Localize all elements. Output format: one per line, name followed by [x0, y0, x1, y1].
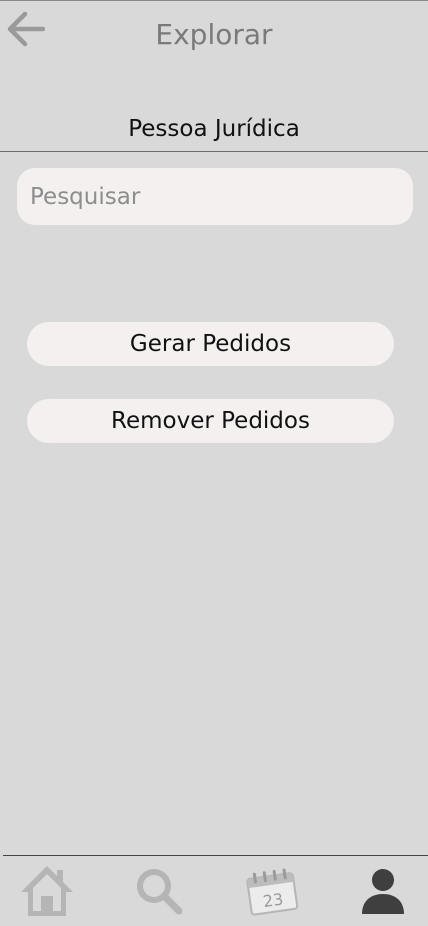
- user-icon: [362, 869, 404, 914]
- calendar-icon: 23: [246, 868, 299, 916]
- search-input[interactable]: [17, 168, 413, 225]
- bottom-nav-divider: [3, 855, 428, 856]
- page-title: Explorar: [155, 18, 273, 51]
- nav-profile[interactable]: [352, 860, 414, 922]
- nav-calendar[interactable]: 23: [238, 860, 304, 922]
- section-divider: [0, 151, 428, 152]
- top-border: [0, 0, 428, 1]
- home-icon: [21, 866, 73, 916]
- remove-orders-button[interactable]: Remover Pedidos: [27, 399, 394, 443]
- calendar-day: 23: [262, 889, 285, 911]
- nav-search[interactable]: [128, 860, 190, 922]
- search-icon: [137, 869, 183, 915]
- generate-orders-button[interactable]: Gerar Pedidos: [27, 322, 394, 366]
- nav-home[interactable]: [14, 860, 80, 922]
- section-title: Pessoa Jurídica: [128, 116, 300, 142]
